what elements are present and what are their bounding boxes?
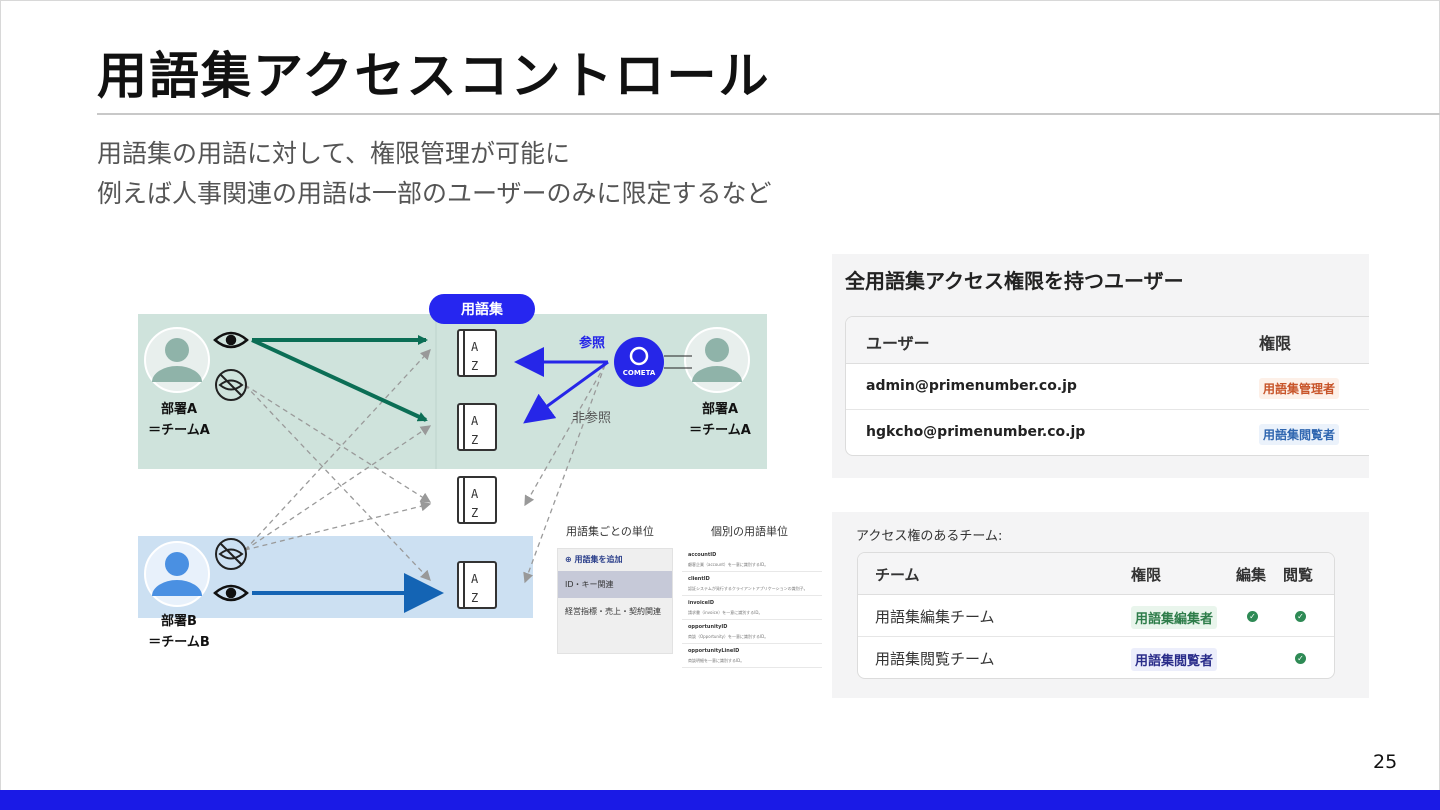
- user-icon: [144, 327, 210, 393]
- caption-per-term: 個別の用語単位: [711, 525, 788, 538]
- term-row[interactable]: invoiceID 請求書（invoice）を一意に識別するID。: [682, 596, 822, 620]
- check-icon: ✓: [1295, 611, 1306, 622]
- cometa-logo-text: COMETA: [622, 369, 656, 377]
- dept-a-left-label: 部署A ＝チームA: [148, 402, 210, 438]
- team-name: 用語集閲覧チーム: [875, 650, 995, 668]
- glossary-group-item[interactable]: ID・キー関連: [558, 571, 672, 598]
- role-badge: 用語集管理者: [1259, 378, 1340, 399]
- table-row[interactable]: hgkcho@primenumber.co.jp 用語集閲覧者: [846, 410, 1369, 455]
- dept-b-label: 部署B ＝チームB: [148, 614, 210, 650]
- non-reference-label: 非参照: [572, 411, 612, 426]
- table-header: ユーザー 権限: [846, 317, 1369, 364]
- panel-title: アクセス権のあるチーム:: [856, 529, 1003, 544]
- table-row[interactable]: 用語集編集チーム 用語集編集者 ✓ ✓: [858, 595, 1334, 637]
- panel-title: 全用語集アクセス権限を持つユーザー: [845, 269, 1184, 293]
- users-table: ユーザー 権限 admin@primenumber.co.jp 用語集管理者 h…: [845, 316, 1369, 456]
- role-badge: 用語集閲覧者: [1131, 648, 1218, 671]
- subtitle-line-1: 用語集の用語に対して、権限管理が可能に: [97, 139, 571, 168]
- term-list-thumbnail: accountID 顧客企業（account）を一意に識別するID。 client…: [682, 548, 822, 668]
- title-divider: [97, 113, 1440, 115]
- user-email: hgkcho@primenumber.co.jp: [866, 424, 1086, 440]
- column-header-team: チーム: [875, 566, 920, 584]
- svg-text:Z: Z: [471, 433, 478, 447]
- glossary-group-item[interactable]: 経営指標・売上・契約関連: [558, 598, 672, 625]
- term-row[interactable]: clientID 認証システムが発行するクライアントアプリケーションの識別子。: [682, 572, 822, 596]
- all-access-users-panel: 全用語集アクセス権限を持つユーザー ユーザー 権限 admin@primenum…: [832, 254, 1369, 478]
- subtitle-line-2: 例えば人事関連の用語は一部のユーザーのみに限定するなど: [97, 179, 772, 208]
- user-icon: [684, 327, 750, 393]
- term-row[interactable]: opportunityID 商談（Opportunity）を一意に識別するID。: [682, 620, 822, 644]
- svg-text:Z: Z: [471, 359, 478, 373]
- svg-text:A: A: [471, 572, 479, 586]
- column-header-user: ユーザー: [866, 334, 930, 353]
- table-header: チーム 権限 編集 閲覧: [858, 553, 1334, 595]
- role-badge: 用語集編集者: [1131, 606, 1218, 629]
- term-row[interactable]: opportunityLineID 商談明細を一意に識別するID。: [682, 644, 822, 668]
- caption-per-glossary: 用語集ごとの単位: [566, 525, 654, 538]
- glossary-pill: 用語集: [429, 294, 535, 324]
- check-icon: ✓: [1247, 611, 1258, 622]
- svg-text:A: A: [471, 340, 479, 354]
- dept-a-right-label: 部署A ＝チームA: [689, 402, 751, 438]
- table-row[interactable]: admin@primenumber.co.jp 用語集管理者: [846, 364, 1369, 410]
- add-glossary-button[interactable]: ⊕ 用語集を追加: [558, 549, 672, 571]
- footer-accent-bar: [0, 790, 1440, 810]
- table-row[interactable]: 用語集閲覧チーム 用語集閲覧者 ✓: [858, 637, 1334, 678]
- user-email: admin@primenumber.co.jp: [866, 378, 1077, 394]
- svg-text:A: A: [471, 414, 479, 428]
- role-badge: 用語集閲覧者: [1259, 424, 1340, 445]
- team-name: 用語集編集チーム: [875, 608, 995, 626]
- column-header-role: 権限: [1131, 566, 1162, 584]
- column-header-view: 閲覧: [1283, 566, 1314, 584]
- check-icon: ✓: [1295, 653, 1306, 664]
- term-row[interactable]: accountID 顧客企業（account）を一意に識別するID。: [682, 548, 822, 572]
- svg-text:Z: Z: [471, 506, 478, 520]
- column-header-role: 権限: [1259, 334, 1292, 353]
- page-number: 25: [1373, 751, 1398, 773]
- teams-table: チーム 権限 編集 閲覧 用語集編集チーム 用語集編集者 ✓ ✓ 用語集閲覧チー…: [857, 552, 1335, 679]
- glossary-list-thumbnail: ⊕ 用語集を追加 ID・キー関連 経営指標・売上・契約関連: [557, 548, 673, 654]
- column-header-edit: 編集: [1236, 566, 1267, 584]
- slide-title: 用語集アクセスコントロール: [97, 47, 771, 105]
- reference-label: 参照: [579, 336, 606, 351]
- team-access-panel: アクセス権のあるチーム: チーム 権限 編集 閲覧 用語集編集チーム 用語集編集…: [832, 512, 1369, 698]
- svg-text:Z: Z: [471, 591, 478, 605]
- user-icon: [144, 541, 210, 607]
- svg-text:A: A: [471, 487, 479, 501]
